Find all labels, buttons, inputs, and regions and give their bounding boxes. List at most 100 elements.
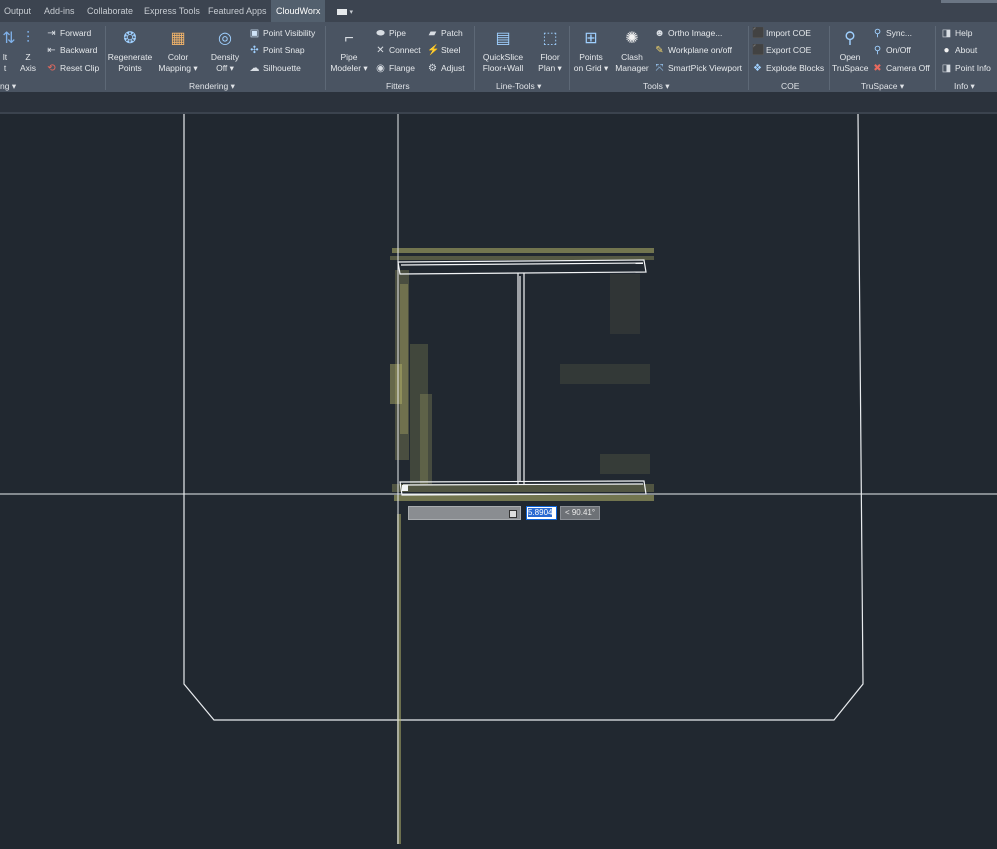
tab-collaborate[interactable]: Collaborate [87, 0, 133, 22]
ribbon-gap [0, 92, 997, 112]
button-label: Reset Clip [60, 63, 100, 73]
button-label: Point Info [955, 63, 991, 73]
z-axis-button[interactable]: ⫶ Z Axis [17, 22, 39, 74]
camera-off-button[interactable]: ✖ Camera Off [872, 60, 930, 76]
points-on-grid-button[interactable]: ⊞ Points on Grid ▾ [573, 22, 609, 74]
workplane-button[interactable]: ✎ Workplane on/off [654, 42, 732, 58]
button-label: Open [839, 52, 861, 62]
group-divider [748, 26, 749, 90]
button-label: Off [216, 63, 228, 73]
button-label: Axis [19, 63, 37, 73]
button-label: Clash [621, 52, 643, 62]
button-label: Explode Blocks [766, 63, 825, 73]
truspace-group-label[interactable]: TruSpace ▾ [861, 80, 904, 92]
truspace-icon: ⚲ [844, 30, 856, 47]
onoff-icon: ⚲ [873, 45, 882, 57]
button-label: Help [955, 28, 973, 38]
clip-left-button[interactable]: ⇅ lt t [0, 22, 15, 74]
dynamic-input-distance-field[interactable] [408, 506, 521, 520]
silhouette-button[interactable]: ☁ Silhouette [249, 60, 301, 76]
regenerate-icon: ❂ [123, 30, 137, 47]
button-label: Point Visibility [263, 28, 316, 38]
button-label: Floor+Wall [482, 63, 524, 73]
help-icon: ◨ [941, 28, 952, 40]
clash-manager-button[interactable]: ✺ Clash Manager [612, 22, 652, 74]
quickslice-button[interactable]: ▤ QuickSlice Floor+Wall [478, 22, 528, 74]
density-off-button[interactable]: ◎ Density Off ▾ [206, 22, 244, 74]
button-label: Z [25, 52, 31, 62]
lock-icon [509, 510, 517, 518]
tab-featured-apps[interactable]: Featured Apps [208, 0, 267, 22]
regenerate-points-button[interactable]: ❂ Regenerate Points [107, 22, 153, 74]
backward-icon: ⇤ [47, 45, 56, 57]
export-coe-button[interactable]: ⬛ Export COE [752, 42, 811, 58]
drawing-canvas[interactable] [0, 113, 997, 844]
adjust-icon: ⚙ [428, 63, 437, 75]
clash-manager-icon: ✺ [625, 30, 639, 47]
model-space-svg[interactable] [0, 113, 997, 844]
button-label: Patch [441, 28, 463, 38]
ortho-image-icon: ☻ [654, 28, 665, 40]
button-label: Points [118, 63, 142, 73]
button-label: TruSpace [832, 63, 869, 73]
about-icon: ● [943, 45, 950, 57]
dynamic-input-angle[interactable]: < 90.41° [560, 506, 600, 520]
open-truspace-button[interactable]: ⚲ Open TruSpace [832, 22, 869, 74]
button-label: Adjust [441, 63, 465, 73]
import-coe-button[interactable]: ⬛ Import COE [752, 25, 811, 41]
line-tools-group-label[interactable]: Line-Tools ▾ [496, 80, 541, 92]
tab-output[interactable]: Output [4, 0, 31, 22]
connect-button[interactable]: ✕ Connect [375, 42, 421, 58]
rendering-group-label[interactable]: Rendering ▾ [189, 80, 235, 92]
chevron-down-icon: ▾ [349, 9, 354, 16]
group-divider [829, 26, 830, 90]
import-coe-icon: ⬛ [752, 28, 765, 40]
ortho-image-button[interactable]: ☻ Ortho Image... [654, 25, 722, 41]
color-mapping-icon: ▦ [170, 30, 186, 47]
dynamic-input-value[interactable]: 5.8904 [526, 506, 557, 520]
pipe-button[interactable]: ⬬ Pipe [375, 25, 406, 41]
ribbon-tab-bar: Output Add-ins Collaborate Express Tools… [0, 0, 997, 22]
explode-blocks-button[interactable]: ❖ Explode Blocks [752, 60, 824, 76]
smartpick-viewport-button[interactable]: ⤧ SmartPick Viewport [654, 60, 743, 76]
sync-button[interactable]: ⚲ Sync... [872, 25, 912, 41]
button-label: Camera Off [886, 63, 930, 73]
steel-button[interactable]: ⚡ Steel [427, 42, 460, 58]
flange-button[interactable]: ◉ Flange [375, 60, 415, 76]
tab-add-ins[interactable]: Add-ins [44, 0, 75, 22]
button-label: Sync... [886, 28, 912, 38]
group-divider [474, 26, 475, 90]
point-snap-icon: ✣ [250, 45, 259, 57]
truspace-onoff-button[interactable]: ⚲ On/Off [872, 42, 911, 58]
patch-button[interactable]: ▰ Patch [427, 25, 463, 41]
reset-clip-button[interactable]: ⟲ Reset Clip [46, 60, 99, 76]
group-divider [569, 26, 570, 90]
info-group-label[interactable]: Info ▾ [954, 80, 975, 92]
ribbon-options-dropdown[interactable]: ▾ [337, 0, 353, 22]
floor-plan-button[interactable]: ⬚ Floor Plan ▾ [535, 22, 565, 74]
tab-express-tools[interactable]: Express Tools [144, 0, 200, 22]
forward-button[interactable]: ⇥ Forward [46, 25, 91, 41]
point-visibility-button[interactable]: ▣ Point Visibility [249, 25, 316, 41]
pipe-modeler-button[interactable]: ⌐ Pipe Modeler ▾ [329, 22, 369, 74]
explode-blocks-icon: ❖ [753, 63, 762, 75]
clipping-group-label[interactable]: ng ▾ [0, 80, 16, 92]
button-label: Flange [389, 63, 415, 73]
adjust-button[interactable]: ⚙ Adjust [427, 60, 465, 76]
silhouette-icon: ☁ [249, 63, 260, 75]
point-snap-button[interactable]: ✣ Point Snap [249, 42, 305, 58]
button-label: Point Snap [263, 45, 305, 55]
z-axis-icon: ⫶ [25, 30, 30, 47]
backward-button[interactable]: ⇤ Backward [46, 42, 97, 58]
button-label: Connect [389, 45, 421, 55]
help-button[interactable]: ◨ Help [941, 25, 973, 41]
color-mapping-button[interactable]: ▦ Color Mapping ▾ [157, 22, 199, 74]
point-info-button[interactable]: ◨ Point Info [941, 60, 991, 76]
reset-clip-icon: ⟲ [47, 63, 56, 75]
tab-cloudworx[interactable]: CloudWorx [271, 0, 326, 22]
button-label: lt [2, 52, 8, 62]
density-icon: ◎ [218, 30, 232, 47]
point-visibility-icon: ▣ [249, 28, 260, 40]
tools-group-label[interactable]: Tools ▾ [643, 80, 669, 92]
about-button[interactable]: ● About [941, 42, 977, 58]
